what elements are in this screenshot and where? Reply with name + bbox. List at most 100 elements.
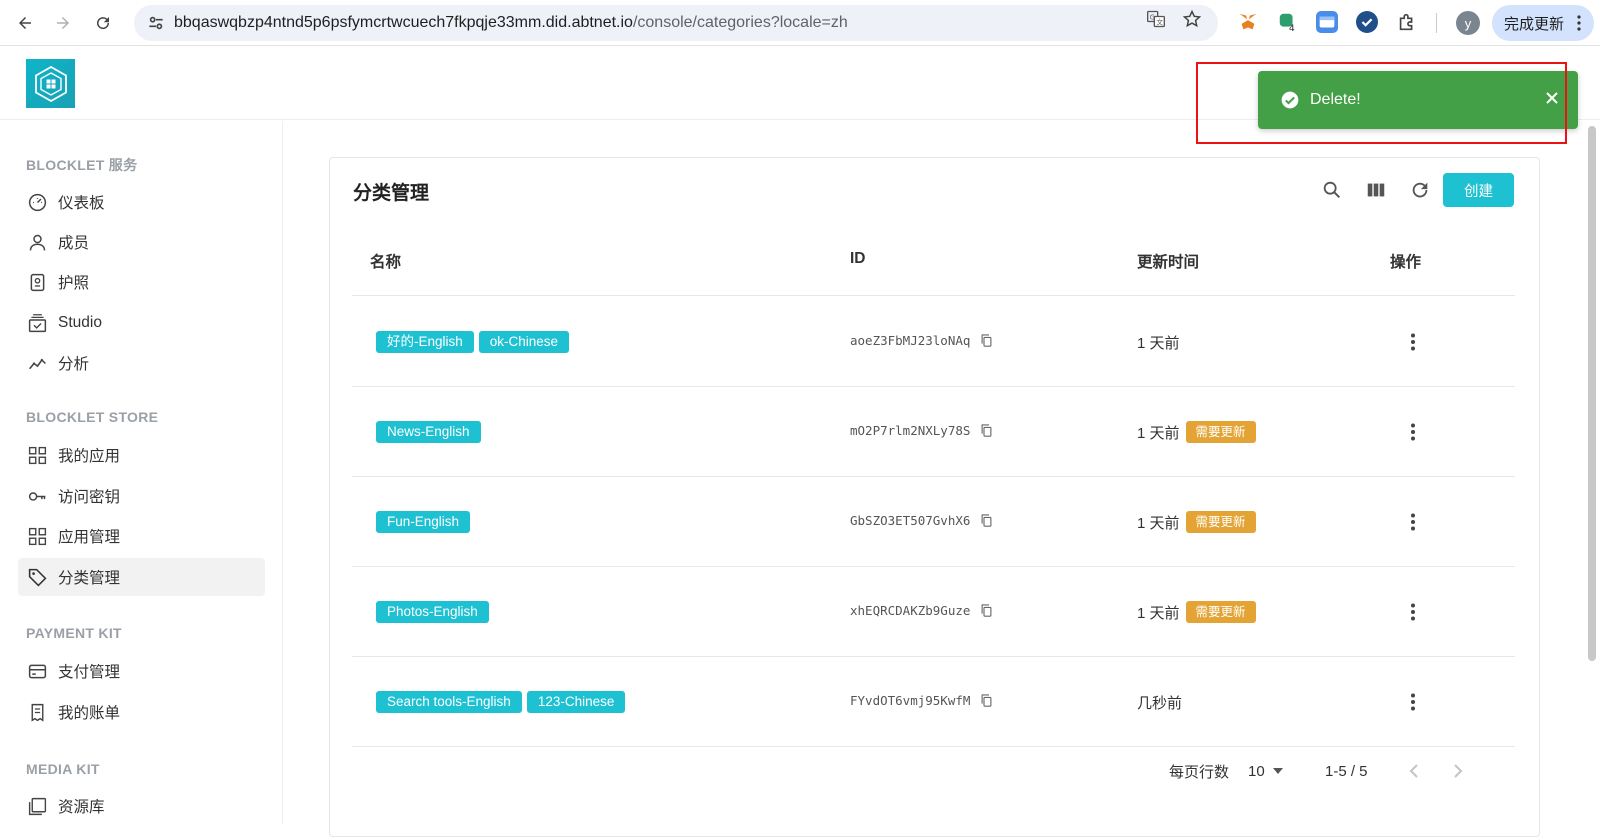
app-logo[interactable]: [26, 59, 75, 108]
table-row[interactable]: Photos-English xhEQRCDAKZb9Guze 1 天前 需要更新: [352, 567, 1515, 657]
more-vert-icon: [1411, 693, 1415, 711]
table-row[interactable]: News-English mO2P7rlm2NXLy78S 1 天前 需要更新: [352, 387, 1515, 477]
columns-button[interactable]: [1362, 176, 1390, 204]
copy-icon[interactable]: [979, 513, 994, 528]
grid-icon: [28, 527, 47, 545]
copy-icon[interactable]: [979, 423, 994, 438]
rows-per-page-label: 每页行数: [1169, 763, 1230, 781]
sidebar-item-members[interactable]: 成员: [18, 223, 265, 261]
row-actions-button[interactable]: [1402, 691, 1424, 713]
sidebar-item-label: 应用管理: [58, 529, 121, 546]
previous-page-button[interactable]: [1408, 756, 1420, 786]
copy-icon[interactable]: [979, 693, 994, 708]
table-row[interactable]: 好的-English ok-Chinese aoeZ3FbMJ23loNAq 1 …: [352, 297, 1515, 387]
table-row[interactable]: Fun-English GbSZO3ET507GvhX6 1 天前 需要更新: [352, 477, 1515, 567]
window-extension[interactable]: [1316, 11, 1338, 33]
section-title-payment-kit: PAYMENT KIT: [26, 625, 122, 641]
category-id: aoeZ3FbMJ23loNAq: [850, 333, 971, 348]
needs-update-badge: 需要更新: [1185, 511, 1256, 533]
sidebar-item-label: 护照: [58, 275, 90, 292]
sidebar-item-app-management[interactable]: 应用管理: [18, 517, 265, 555]
sidebar-item-access-keys[interactable]: 访问密钥: [18, 477, 265, 515]
sidebar-item-label: 我的账单: [58, 705, 121, 722]
key-icon: [28, 491, 46, 501]
extensions-menu[interactable]: [1396, 11, 1418, 33]
address-bar[interactable]: bbqaswqbzp4ntnd5p6psfymcrtwcuech7fkpqje3…: [134, 5, 1218, 41]
view-column-icon: [1367, 183, 1385, 197]
create-button[interactable]: 创建: [1443, 173, 1514, 207]
profile-avatar[interactable]: y: [1456, 11, 1480, 35]
sidebar-item-payment-management[interactable]: 支付管理: [18, 652, 265, 690]
check-extension[interactable]: [1356, 11, 1378, 33]
svg-text:G: G: [1150, 13, 1155, 21]
category-tag: Search tools-English: [376, 691, 522, 713]
back-button[interactable]: [13, 11, 37, 35]
more-vert-icon: [1411, 603, 1415, 621]
person-icon: [29, 234, 46, 250]
bookmark-star-icon[interactable]: [1182, 9, 1202, 29]
metamask-extension[interactable]: [1237, 11, 1259, 33]
arrow-left-icon: [19, 17, 31, 29]
sidebar-item-media-library[interactable]: 资源库: [18, 787, 265, 825]
column-header-id[interactable]: ID: [850, 250, 866, 268]
updated-time: 1 天前: [1137, 514, 1180, 532]
column-header-name[interactable]: 名称: [370, 250, 401, 272]
updated-time: 1 天前: [1137, 604, 1180, 622]
row-actions-button[interactable]: [1402, 511, 1424, 533]
page-title: 分类管理: [353, 183, 430, 204]
refresh-button[interactable]: [1406, 176, 1434, 204]
check-circle-icon: [1361, 18, 1373, 27]
refresh-icon: [1412, 182, 1428, 198]
finish-update-button[interactable]: 完成更新: [1492, 5, 1594, 41]
rows-per-page-value: 10: [1248, 762, 1265, 780]
more-vert-icon: [1411, 333, 1415, 351]
fox-icon: [1239, 13, 1257, 30]
sidebar-item-studio[interactable]: Studio: [18, 304, 265, 342]
page-scrollbar[interactable]: [1588, 126, 1596, 661]
sidebar-item-label: 分析: [58, 356, 90, 373]
pagination-range: 1-5 / 5: [1325, 762, 1368, 780]
copy-icon[interactable]: [979, 333, 994, 348]
sidebar-item-label: Studio: [58, 314, 102, 331]
next-page-button[interactable]: [1452, 756, 1464, 786]
puzzle-icon: [1399, 13, 1413, 31]
sidebar-item-categories[interactable]: 分类管理: [18, 558, 265, 596]
row-actions-button[interactable]: [1402, 601, 1424, 623]
category-tag: 123-Chinese: [526, 691, 626, 713]
row-actions-button[interactable]: [1402, 331, 1424, 353]
window-icon: [1319, 16, 1335, 28]
annotation-highlight-box: [1196, 62, 1567, 144]
chevron-left-icon: [1409, 764, 1418, 778]
sidebar-item-passport[interactable]: 护照: [18, 263, 265, 301]
sidebar-item-my-bills[interactable]: 我的账单: [18, 693, 265, 731]
sidebar-item-analytics[interactable]: 分析: [18, 344, 265, 382]
sidebar-item-label: 访问密钥: [58, 489, 121, 506]
category-tag: Fun-English: [376, 511, 471, 533]
search-icon: [1323, 181, 1341, 199]
table-row[interactable]: Search tools-English 123-Chinese FYvdOT6v…: [352, 657, 1515, 747]
rows-per-page-select[interactable]: 10: [1248, 756, 1283, 786]
puzzle-green-icon: 4: [1279, 13, 1295, 34]
table-header: 名称 ID 更新时间 操作: [352, 226, 1515, 296]
browser-toolbar: bbqaswqbzp4ntnd5p6psfymcrtwcuech7fkpqje3…: [0, 0, 1600, 46]
search-button[interactable]: [1318, 176, 1346, 204]
hexagon-logo-icon: [34, 65, 67, 102]
finish-update-label: 完成更新: [1504, 15, 1565, 33]
extension-badge[interactable]: 4: [1277, 11, 1299, 34]
passport-icon: [30, 273, 45, 291]
category-tag: News-English: [376, 421, 481, 443]
translate-icon[interactable]: G文: [1146, 9, 1166, 29]
url-host: bbqaswqbzp4ntnd5p6psfymcrtwcuech7fkpqje3…: [174, 14, 633, 31]
forward-button[interactable]: [51, 11, 75, 35]
row-actions-button[interactable]: [1402, 421, 1424, 443]
sidebar-item-dashboard[interactable]: 仪表板: [18, 183, 265, 221]
sidebar-item-label: 仪表板: [58, 195, 105, 212]
updated-time: 1 天前: [1137, 334, 1180, 352]
sidebar-item-my-apps[interactable]: 我的应用: [18, 436, 265, 474]
svg-text:4: 4: [1289, 23, 1295, 33]
column-header-updated[interactable]: 更新时间: [1137, 250, 1199, 272]
reload-button[interactable]: [91, 11, 115, 35]
copy-icon[interactable]: [979, 603, 994, 618]
site-settings-icon: [149, 16, 163, 30]
category-id: mO2P7rlm2NXLy78S: [850, 423, 971, 438]
